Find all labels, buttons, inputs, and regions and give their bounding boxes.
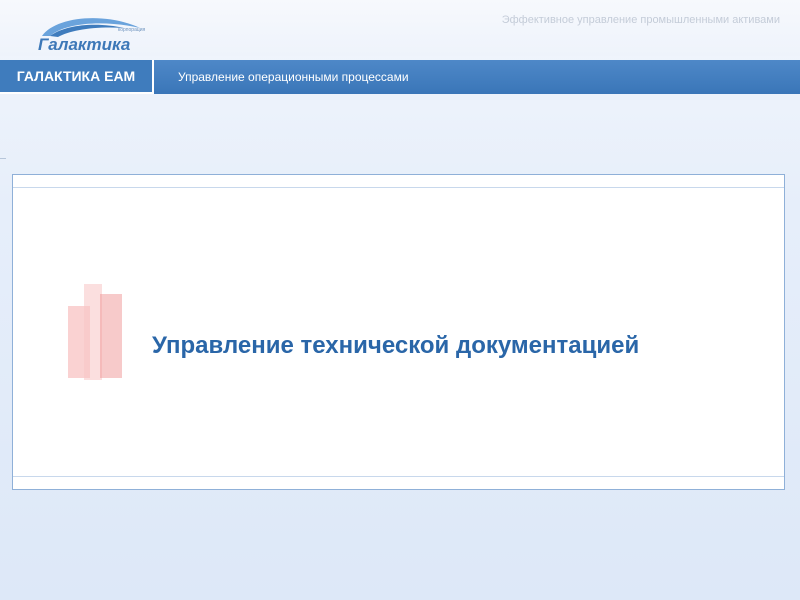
header: корпорация Галактика Эффективное управле…: [0, 0, 800, 56]
slide-heading: Управление технической документацией: [152, 332, 640, 359]
title-bar: ГАЛАКТИКА ЕАМ Управление операционными п…: [0, 60, 800, 94]
company-logo: корпорация Галактика: [36, 14, 146, 54]
section-title: Управление операционными процессами: [178, 70, 409, 84]
tagline: Эффективное управление промышленными акт…: [501, 14, 780, 26]
product-badge: ГАЛАКТИКА ЕАМ: [0, 60, 154, 94]
divider: [0, 158, 6, 159]
decorative-bars-icon: [68, 284, 124, 380]
decor-bar: [100, 294, 122, 378]
logo-subtext: корпорация: [118, 27, 146, 33]
logo-text: Галактика: [38, 35, 131, 54]
presentation-slide: корпорация Галактика Эффективное управле…: [0, 0, 800, 600]
